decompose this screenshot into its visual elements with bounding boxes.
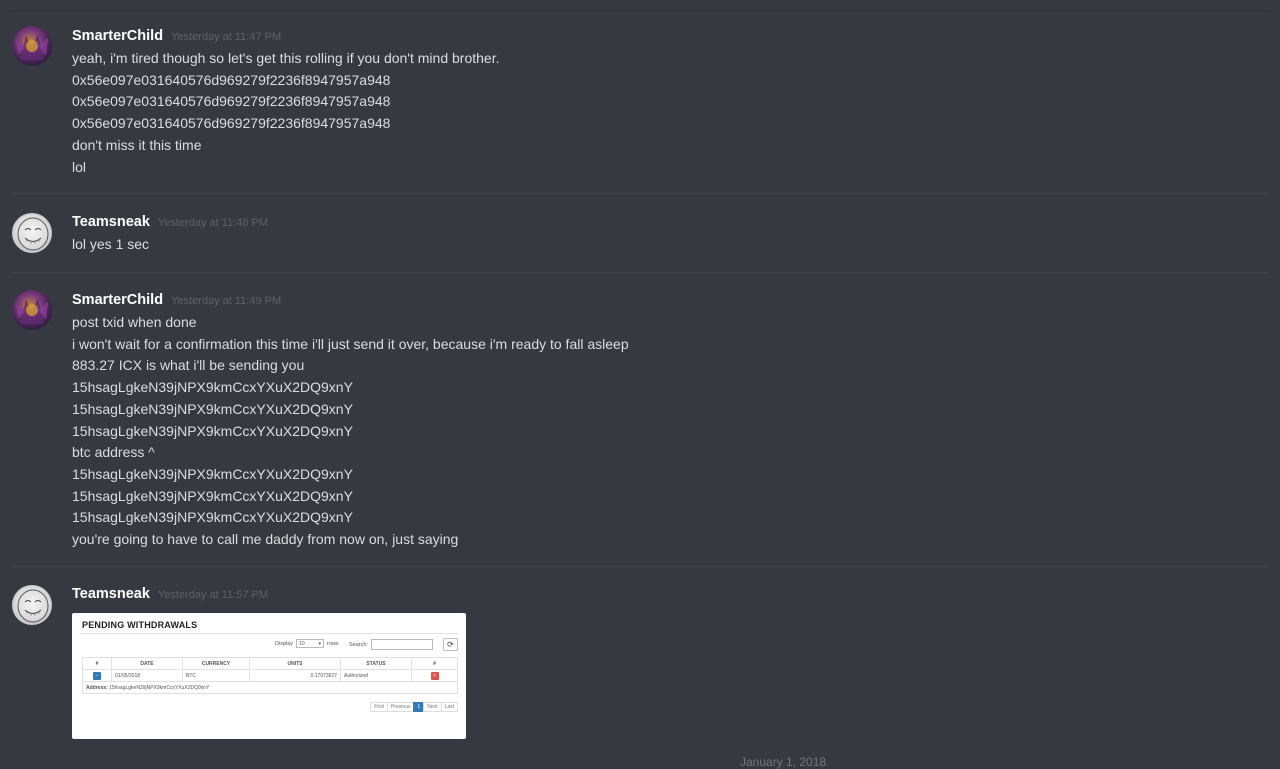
avatar[interactable]	[12, 290, 52, 330]
username[interactable]: SmarterChild	[72, 292, 163, 308]
status-cell: Authorized	[340, 669, 412, 682]
date-separator: January 1, 2018	[740, 755, 827, 769]
message-line: lol	[72, 158, 87, 175]
top-divider	[10, 10, 1270, 11]
message-line: 15hsagLgkeN39jNPX9kmCcxYXuX2DQ9xnY	[72, 379, 353, 396]
pager-last: Last	[440, 702, 458, 712]
display-control: Display 10 ▾ rows	[275, 639, 339, 648]
message-divider	[10, 272, 1270, 273]
address-label: Address:	[86, 684, 108, 691]
search-label: Search:	[349, 641, 368, 648]
message-line: don't miss it this time	[72, 136, 202, 153]
message-line: 0x56e097e031640576d969279f2236f8947957a9…	[72, 93, 391, 110]
address-value: 15hsagLgkeN39jNPX9kmCcxYXuX2DQ9xnY	[109, 684, 210, 691]
table-header-row: # DATE CURRENCY UNITS STATUS #	[82, 657, 458, 670]
title-divider	[80, 633, 458, 634]
close-icon: ×	[430, 671, 439, 680]
message-line: you're going to have to call me daddy fr…	[72, 531, 459, 548]
date-cell: 01/05/2018	[111, 669, 183, 682]
pager-next: Next	[423, 702, 442, 712]
forever-alone-face-icon	[17, 217, 49, 251]
timestamp: Yesterday at 11:57 PM	[157, 589, 268, 601]
message-line: 15hsagLgkeN39jNPX9kmCcxYXuX2DQ9xnY	[72, 400, 353, 417]
units-cell: 0.17973627	[249, 669, 341, 682]
message-line: yeah, i'm tired though so let's get this…	[72, 50, 500, 66]
delete-cell: ×	[411, 669, 458, 682]
message-line: btc address ^	[72, 444, 155, 461]
message-divider	[10, 566, 1270, 567]
message-line: lol yes 1 sec	[72, 236, 150, 252]
pager-first: First	[370, 702, 389, 712]
username[interactable]: Teamsneak	[72, 214, 150, 230]
rows-select-value: 10	[299, 640, 305, 647]
pending-withdrawals-title: PENDING WITHDRAWALS	[82, 620, 198, 630]
message-line: 15hsagLgkeN39jNPX9kmCcxYXuX2DQ9xnY	[72, 465, 353, 482]
message-line: 0x56e097e031640576d969279f2236f8947957a9…	[72, 71, 391, 88]
column-header: STATUS	[340, 657, 412, 670]
avatar[interactable]	[12, 585, 52, 625]
message-divider	[10, 193, 1270, 194]
message-line: 15hsagLgkeN39jNPX9kmCcxYXuX2DQ9xnY	[72, 509, 353, 526]
avatar[interactable]	[12, 213, 52, 253]
rows-label: rows	[327, 640, 339, 647]
message-line: 15hsagLgkeN39jNPX9kmCcxYXuX2DQ9xnY	[72, 422, 353, 439]
message-line: 0x56e097e031640576d969279f2236f8947957a9…	[72, 115, 391, 132]
expand-cell: −	[82, 669, 112, 682]
withdrawals-table: # DATE CURRENCY UNITS STATUS # − 01/05/2…	[82, 657, 458, 694]
column-header: CURRENCY	[182, 657, 250, 670]
timestamp: Yesterday at 11:48 PM	[157, 217, 268, 229]
chevron-down-icon: ▾	[318, 640, 322, 647]
refresh-icon: ⟳	[443, 638, 458, 651]
minus-icon: −	[93, 671, 101, 680]
message-line: 15hsagLgkeN39jNPX9kmCcxYXuX2DQ9xnY	[72, 487, 353, 504]
rows-select: 10 ▾	[296, 639, 325, 648]
purple-character-avatar-icon	[16, 298, 48, 324]
currency-cell: BTC	[182, 669, 250, 682]
purple-character-avatar-icon	[16, 34, 48, 60]
timestamp: Yesterday at 11:49 PM	[171, 295, 282, 307]
address-cell: Address: 15hsagLgkeN39jNPX9kmCcxYXuX2DQ9…	[82, 681, 458, 694]
username[interactable]: Teamsneak	[72, 586, 150, 602]
pager-previous: Previous	[387, 702, 415, 712]
search-input	[370, 639, 433, 650]
timestamp: Yesterday at 11:47 PM	[171, 31, 282, 43]
column-header: DATE	[111, 657, 183, 670]
column-header: UNITS	[249, 657, 341, 670]
display-label: Display	[275, 640, 294, 647]
table-row-detail: Address: 15hsagLgkeN39jNPX9kmCcxYXuX2DQ9…	[82, 681, 458, 694]
table-row: − 01/05/2018 BTC 0.17973627 Authorized ×	[82, 669, 458, 682]
column-header: #	[82, 657, 112, 670]
forever-alone-face-icon	[17, 589, 49, 623]
message-line: i won't wait for a confirmation this tim…	[72, 335, 629, 352]
column-header: #	[411, 657, 458, 670]
search-control: Search:	[349, 639, 433, 650]
message-line: post txid when done	[72, 314, 197, 330]
username[interactable]: SmarterChild	[72, 28, 163, 44]
pagination: First Previous 1 Next Last	[370, 702, 458, 712]
avatar[interactable]	[12, 26, 52, 66]
message-line: 883.27 ICX is what i'll be sending you	[72, 357, 305, 374]
image-attachment[interactable]: PENDING WITHDRAWALS Display 10 ▾ rows Se…	[72, 613, 466, 739]
